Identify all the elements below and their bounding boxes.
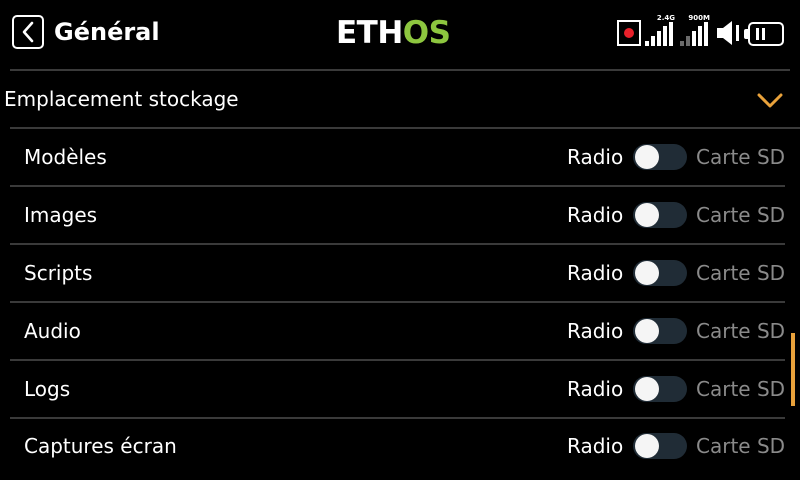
storage-toggle[interactable] <box>633 202 687 228</box>
storage-row-screenshots: Captures écran Radio Carte SD <box>0 418 800 476</box>
signal-bar <box>686 36 690 46</box>
top-bar: Général ETHOS 2.4G 900M <box>0 0 800 66</box>
scrollbar[interactable] <box>791 333 795 406</box>
page-title: Général <box>54 18 160 46</box>
storage-row-images: Images Radio Carte SD <box>0 186 800 244</box>
speaker-icon <box>717 21 739 45</box>
storage-row-scripts: Scripts Radio Carte SD <box>0 244 800 302</box>
logo-text-os: OS <box>402 15 451 51</box>
signal-bar <box>680 41 684 46</box>
signal-bar <box>669 22 673 46</box>
logo-text-eth: ETH <box>336 15 403 51</box>
sd-option-label: Carte SD <box>696 145 786 169</box>
sd-option-label: Carte SD <box>696 434 786 458</box>
battery-cap <box>744 29 748 39</box>
signal-24g-label: 2.4G <box>656 14 675 22</box>
section-title: Emplacement stockage <box>4 87 239 111</box>
storage-toggle[interactable] <box>633 260 687 286</box>
row-label: Modèles <box>24 145 107 169</box>
battery-cell <box>756 28 759 40</box>
row-label: Captures écran <box>24 434 177 458</box>
toggle-knob <box>635 377 659 401</box>
signal-bar <box>663 26 667 46</box>
signal-900m-label: 900M <box>688 14 710 22</box>
toggle-knob <box>635 319 659 343</box>
toggle-knob <box>635 203 659 227</box>
chevron-down-icon[interactable] <box>756 92 784 110</box>
toggle-knob <box>635 434 659 458</box>
row-label: Audio <box>24 319 81 343</box>
toggle-knob <box>635 261 659 285</box>
storage-toggle[interactable] <box>633 433 687 459</box>
signal-bar <box>645 41 649 46</box>
radio-option-label: Radio <box>567 261 624 285</box>
record-icon <box>617 20 641 46</box>
signal-900m-icon: 900M <box>680 14 710 46</box>
row-label: Scripts <box>24 261 93 285</box>
storage-toggle[interactable] <box>633 376 687 402</box>
radio-option-label: Radio <box>567 319 624 343</box>
chevron-left-icon <box>22 21 34 43</box>
battery-icon <box>744 22 784 46</box>
signal-bar <box>651 36 655 46</box>
signal-bar <box>698 26 702 46</box>
sd-option-label: Carte SD <box>696 319 786 343</box>
storage-row-logs: Logs Radio Carte SD <box>0 360 800 418</box>
row-label: Logs <box>24 377 71 401</box>
signal-bar <box>704 22 708 46</box>
storage-toggle[interactable] <box>633 318 687 344</box>
section-storage-header[interactable]: Emplacement stockage <box>0 70 800 128</box>
ethos-logo: ETHOS <box>336 15 451 51</box>
signal-bar <box>692 31 696 46</box>
battery-cell <box>762 28 765 40</box>
signal-24g-icon: 2.4G <box>645 14 675 46</box>
radio-option-label: Radio <box>567 145 624 169</box>
signal-900m-bars <box>680 22 708 46</box>
radio-option-label: Radio <box>567 203 624 227</box>
row-label: Images <box>24 203 98 227</box>
record-dot <box>624 28 634 38</box>
toggle-knob <box>635 145 659 169</box>
signal-24g-bars <box>645 22 673 46</box>
storage-toggle[interactable] <box>633 144 687 170</box>
sd-option-label: Carte SD <box>696 203 786 227</box>
sd-option-label: Carte SD <box>696 261 786 285</box>
back-button[interactable] <box>12 15 44 49</box>
signal-bar <box>657 31 661 46</box>
radio-option-label: Radio <box>567 434 624 458</box>
storage-row-models: Modèles Radio Carte SD <box>0 128 800 186</box>
radio-option-label: Radio <box>567 377 624 401</box>
storage-row-audio: Audio Radio Carte SD <box>0 302 800 360</box>
sd-option-label: Carte SD <box>696 377 786 401</box>
